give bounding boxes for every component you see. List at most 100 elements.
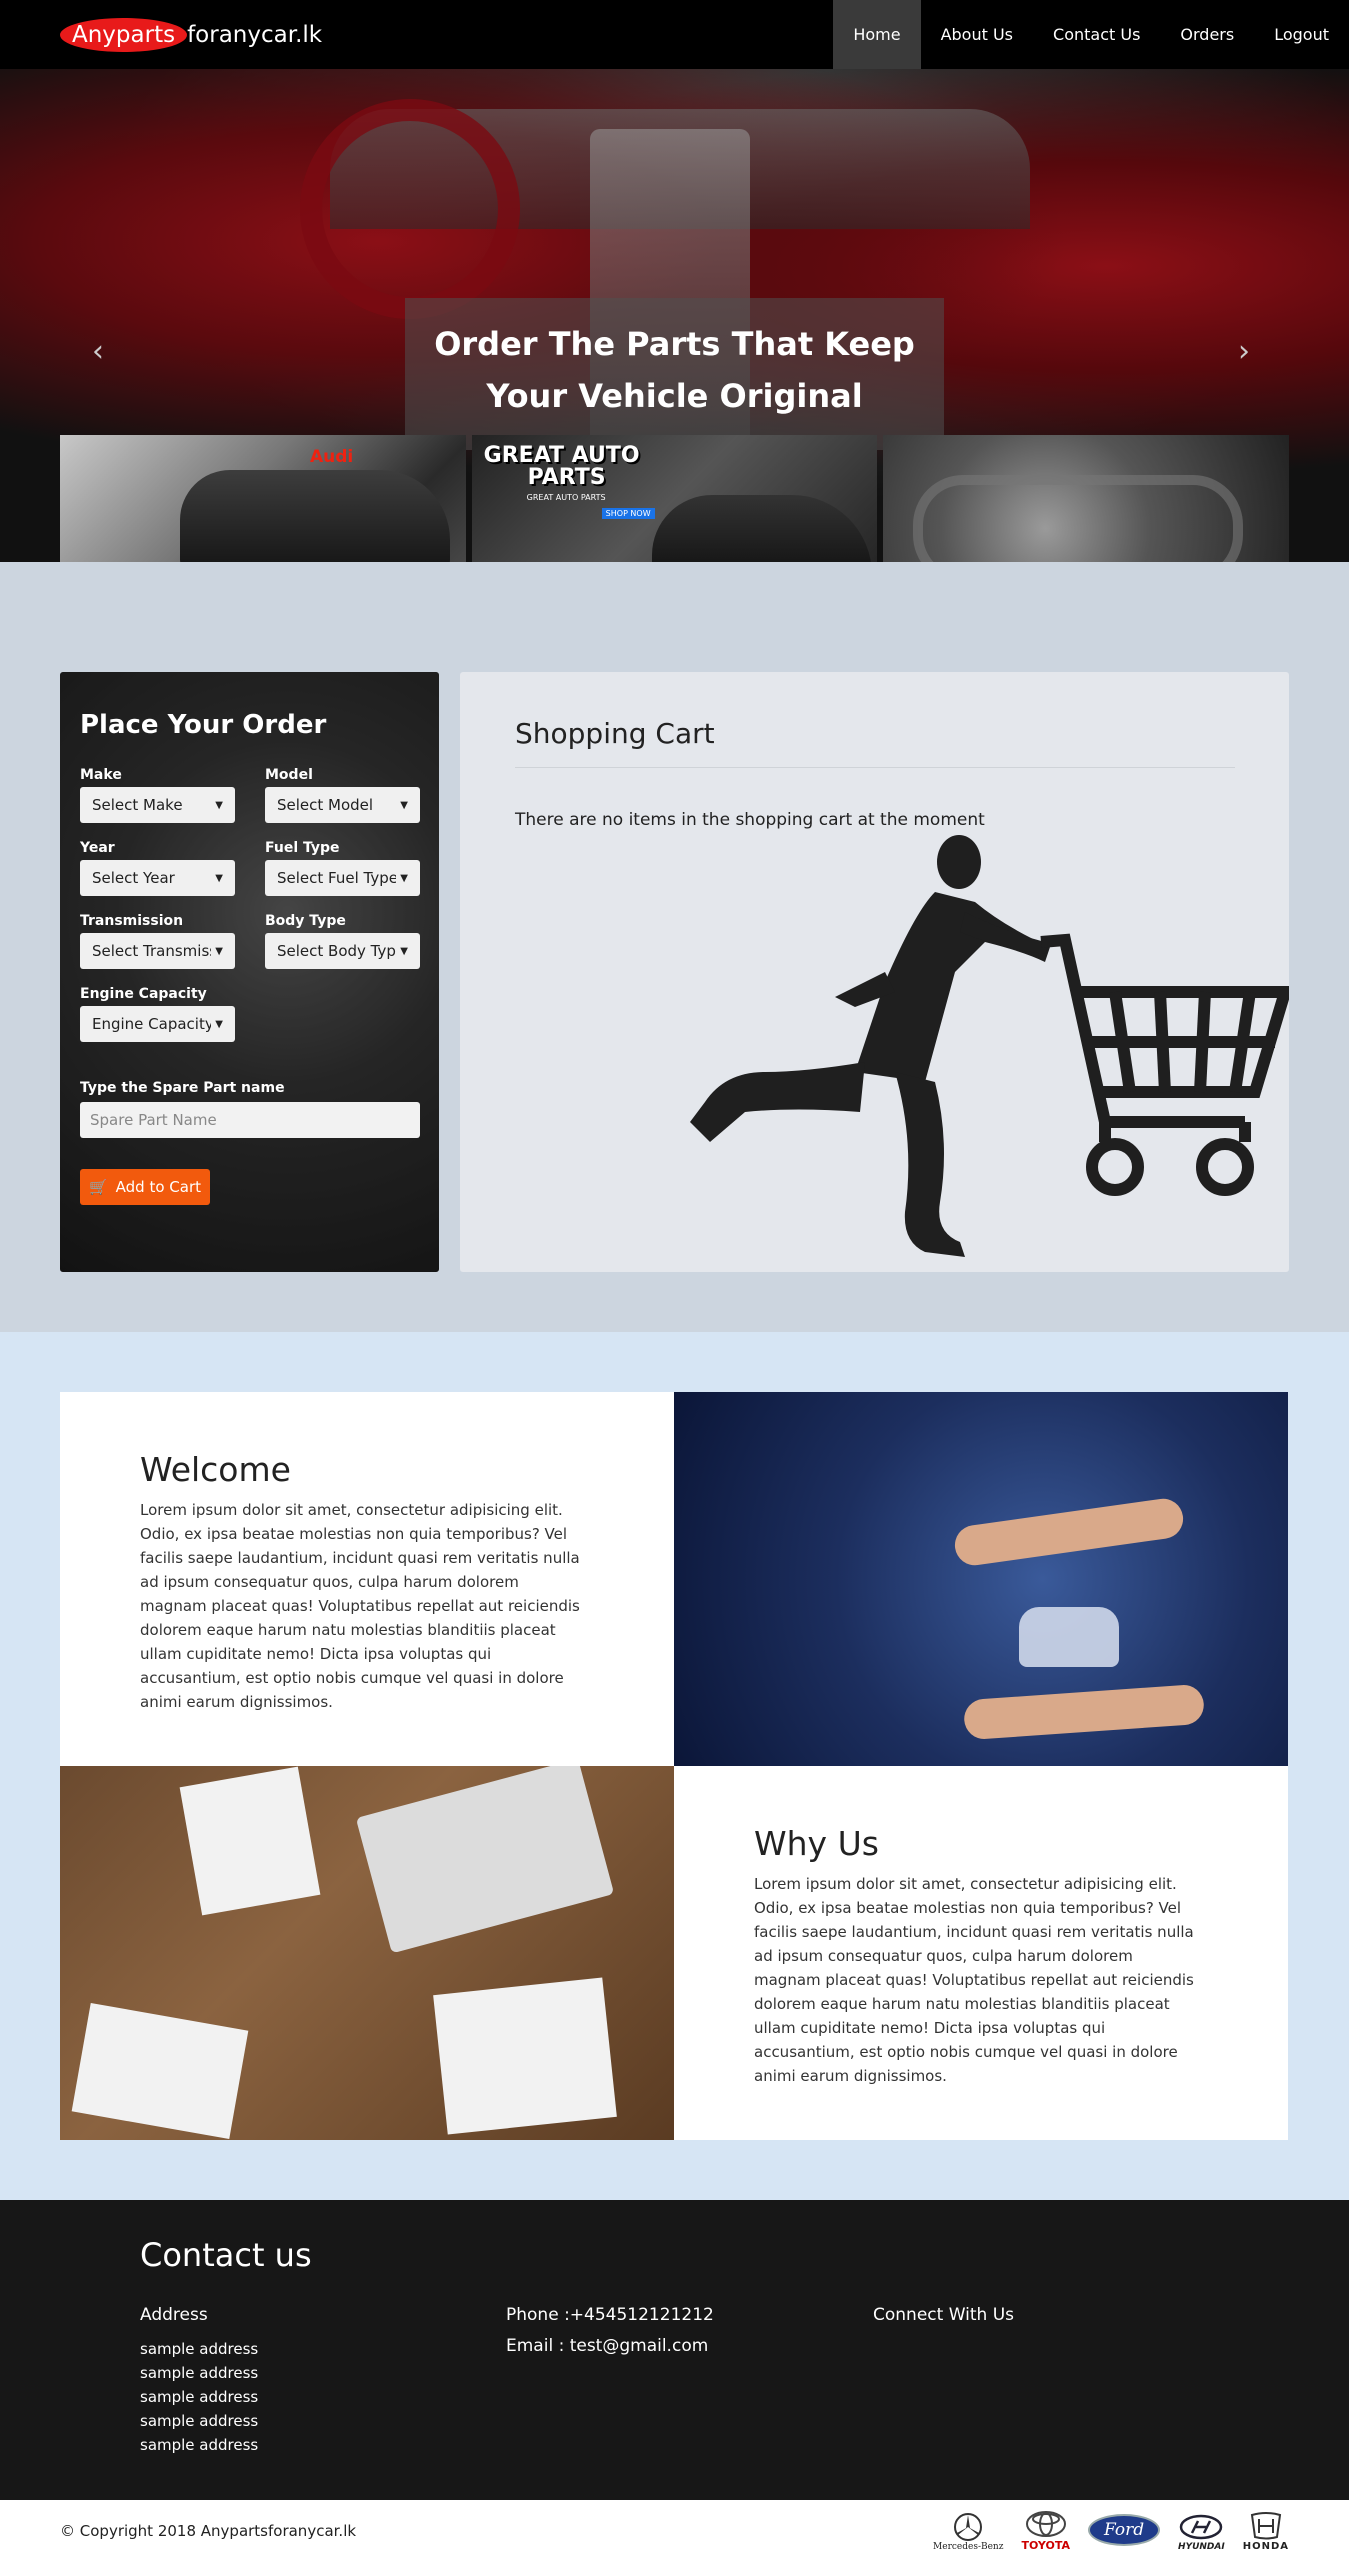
brand-rest: foranycar.lk	[187, 22, 323, 48]
year-label: Year	[80, 840, 115, 856]
body-type-label: Body Type	[265, 913, 346, 929]
hero-caption-line1: Order The Parts That Keep	[434, 325, 915, 363]
order-section: Place Your Order Make Select Make ▼ Model…	[0, 562, 1349, 1332]
toyota-label: TOYOTA	[1021, 2539, 1071, 2552]
honda-emblem-icon	[1250, 2512, 1281, 2540]
hyundai-emblem-icon	[1180, 2514, 1223, 2540]
make-select[interactable]: Select Make ▼	[80, 787, 235, 823]
body-type-select[interactable]: Select Body Type ▼	[265, 933, 420, 969]
nav-logout[interactable]: Logout	[1254, 0, 1349, 69]
make-select-value: Select Make	[92, 796, 183, 814]
protection-hands-image	[674, 1392, 1288, 1766]
great-auto-subtitle: GREAT AUTO PARTS	[526, 493, 606, 502]
welcome-title: Welcome	[140, 1450, 291, 1489]
year-select-value: Select Year	[92, 869, 175, 887]
nav-home[interactable]: Home	[833, 0, 921, 69]
honda-logo: HONDA	[1243, 2511, 1289, 2552]
fuel-type-select[interactable]: Select Fuel Type ▼	[265, 860, 420, 896]
contact-title: Contact us	[140, 2236, 312, 2274]
cart-icon: 🛒	[88, 1178, 108, 1196]
why-us-title: Why Us	[754, 1824, 879, 1863]
model-field: Model Select Model ▼	[265, 767, 420, 823]
nav-about-us[interactable]: About Us	[921, 0, 1033, 69]
transmission-field: Transmission Select Transmissi ▼	[80, 913, 235, 969]
transmission-select-value: Select Transmissi	[92, 942, 212, 960]
brand-logo[interactable]: Anyparts foranycar.lk	[60, 16, 322, 54]
carousel-prev-icon[interactable]: ‹	[92, 334, 104, 369]
caret-down-icon: ▼	[400, 945, 408, 957]
nav-contact-us[interactable]: Contact Us	[1033, 0, 1160, 69]
contact-section: Contact us Address sample address sample…	[0, 2200, 1349, 2500]
features-section: Welcome Lorem ipsum dolor sit amet, cons…	[0, 1332, 1349, 2200]
brand-logos: Mercedes-Benz TOYOTA Ford HYUNDAI HONDA	[933, 2508, 1289, 2552]
cart-divider	[515, 767, 1235, 768]
address-line: sample address	[140, 2388, 259, 2406]
mercedes-star-icon	[954, 2513, 983, 2541]
year-field: Year Select Year ▼	[80, 840, 235, 896]
spare-part-label: Type the Spare Part name	[80, 1080, 285, 1096]
caret-down-icon: ▼	[215, 872, 223, 884]
caret-down-icon: ▼	[215, 1018, 223, 1030]
spare-part-field: Type the Spare Part name Spare Part Name	[80, 1080, 420, 1138]
welcome-tile: Welcome Lorem ipsum dolor sit amet, cons…	[60, 1392, 674, 1766]
address-list: sample address sample address sample add…	[140, 2337, 258, 2457]
add-to-cart-button[interactable]: 🛒 Add to Cart	[80, 1169, 210, 1205]
address-line: sample address	[140, 2412, 259, 2430]
caret-down-icon: ▼	[215, 945, 223, 957]
make-label: Make	[80, 767, 122, 783]
model-select-value: Select Model	[277, 796, 374, 814]
hero-steering-wheel-image	[300, 99, 520, 319]
transmission-select[interactable]: Select Transmissi ▼	[80, 933, 235, 969]
fuel-type-select-value: Select Fuel Type	[277, 869, 397, 887]
shop-now-button[interactable]: SHOP NOW	[601, 508, 655, 519]
year-select[interactable]: Select Year ▼	[80, 860, 235, 896]
document-image	[179, 1766, 321, 1916]
engine-capacity-select[interactable]: Engine Capacity ▼	[80, 1006, 235, 1042]
nav-orders[interactable]: Orders	[1160, 0, 1254, 69]
spare-part-input[interactable]: Spare Part Name	[80, 1102, 420, 1138]
brand-highlight: Anyparts	[60, 18, 188, 52]
upper-hand	[952, 1496, 1186, 1568]
toyota-emblem-icon	[1025, 2511, 1066, 2537]
welcome-body: Lorem ipsum dolor sit amet, consectetur …	[140, 1501, 580, 1711]
toyota-logo: TOYOTA	[1021, 2509, 1070, 2552]
document-image	[71, 2002, 249, 2140]
address-line: sample address	[140, 2436, 259, 2454]
car-icon	[1019, 1607, 1119, 1667]
navbar: Anyparts foranycar.lk Home About Us Cont…	[0, 0, 1349, 69]
great-auto-title: GREAT AUTO PARTS	[484, 445, 640, 489]
engine-capacity-label: Engine Capacity	[80, 986, 207, 1002]
address-title: Address	[140, 2305, 208, 2325]
hero-caption: Order The Parts That Keep Your Vehicle O…	[405, 298, 944, 450]
lower-hand	[962, 1683, 1206, 1741]
address-line: sample address	[140, 2340, 259, 2358]
ford-logo: Ford	[1088, 2508, 1161, 2552]
address-line: sample address	[140, 2364, 259, 2382]
transmission-label: Transmission	[80, 913, 184, 929]
engine-capacity-field: Engine Capacity Engine Capacity ▼	[80, 986, 235, 1042]
hyundai-logo: HYUNDAI	[1178, 2512, 1225, 2552]
model-select[interactable]: Select Model ▼	[265, 787, 420, 823]
fuel-type-field: Fuel Type Select Fuel Type ▼	[265, 840, 420, 896]
audi-tag: Audi	[310, 447, 354, 467]
body-type-select-value: Select Body Type	[277, 942, 397, 960]
why-us-body: Lorem ipsum dolor sit amet, consectetur …	[754, 1875, 1194, 2085]
why-us-tile: Why Us Lorem ipsum dolor sit amet, conse…	[674, 1766, 1288, 2140]
ford-label: Ford	[1088, 2514, 1161, 2546]
handshake-desk-image	[60, 1766, 674, 2140]
main-nav: Home About Us Contact Us Orders Logout	[833, 0, 1349, 69]
hyundai-label: HYUNDAI	[1178, 2542, 1225, 2552]
great-auto-title-line1: GREAT AUTO	[483, 443, 640, 468]
carousel-next-icon[interactable]: ›	[1238, 334, 1250, 369]
cart-title: Shopping Cart	[515, 717, 715, 750]
caret-down-icon: ▼	[215, 799, 223, 811]
body-type-field: Body Type Select Body Type ▼	[265, 913, 420, 969]
mercedes-label: Mercedes-Benz	[933, 2542, 1004, 2552]
hero-caption-line2: Your Vehicle Original	[486, 377, 863, 415]
honda-label: HONDA	[1242, 2541, 1289, 2552]
connect-with-us-title: Connect With Us	[873, 2305, 1014, 2325]
model-label: Model	[265, 767, 313, 783]
fuel-type-label: Fuel Type	[265, 840, 340, 856]
shopping-cart-panel: Shopping Cart There are no items in the …	[460, 672, 1289, 1272]
footer: © Copyright 2018 Anypartsforanycar.lk Me…	[0, 2500, 1349, 2560]
